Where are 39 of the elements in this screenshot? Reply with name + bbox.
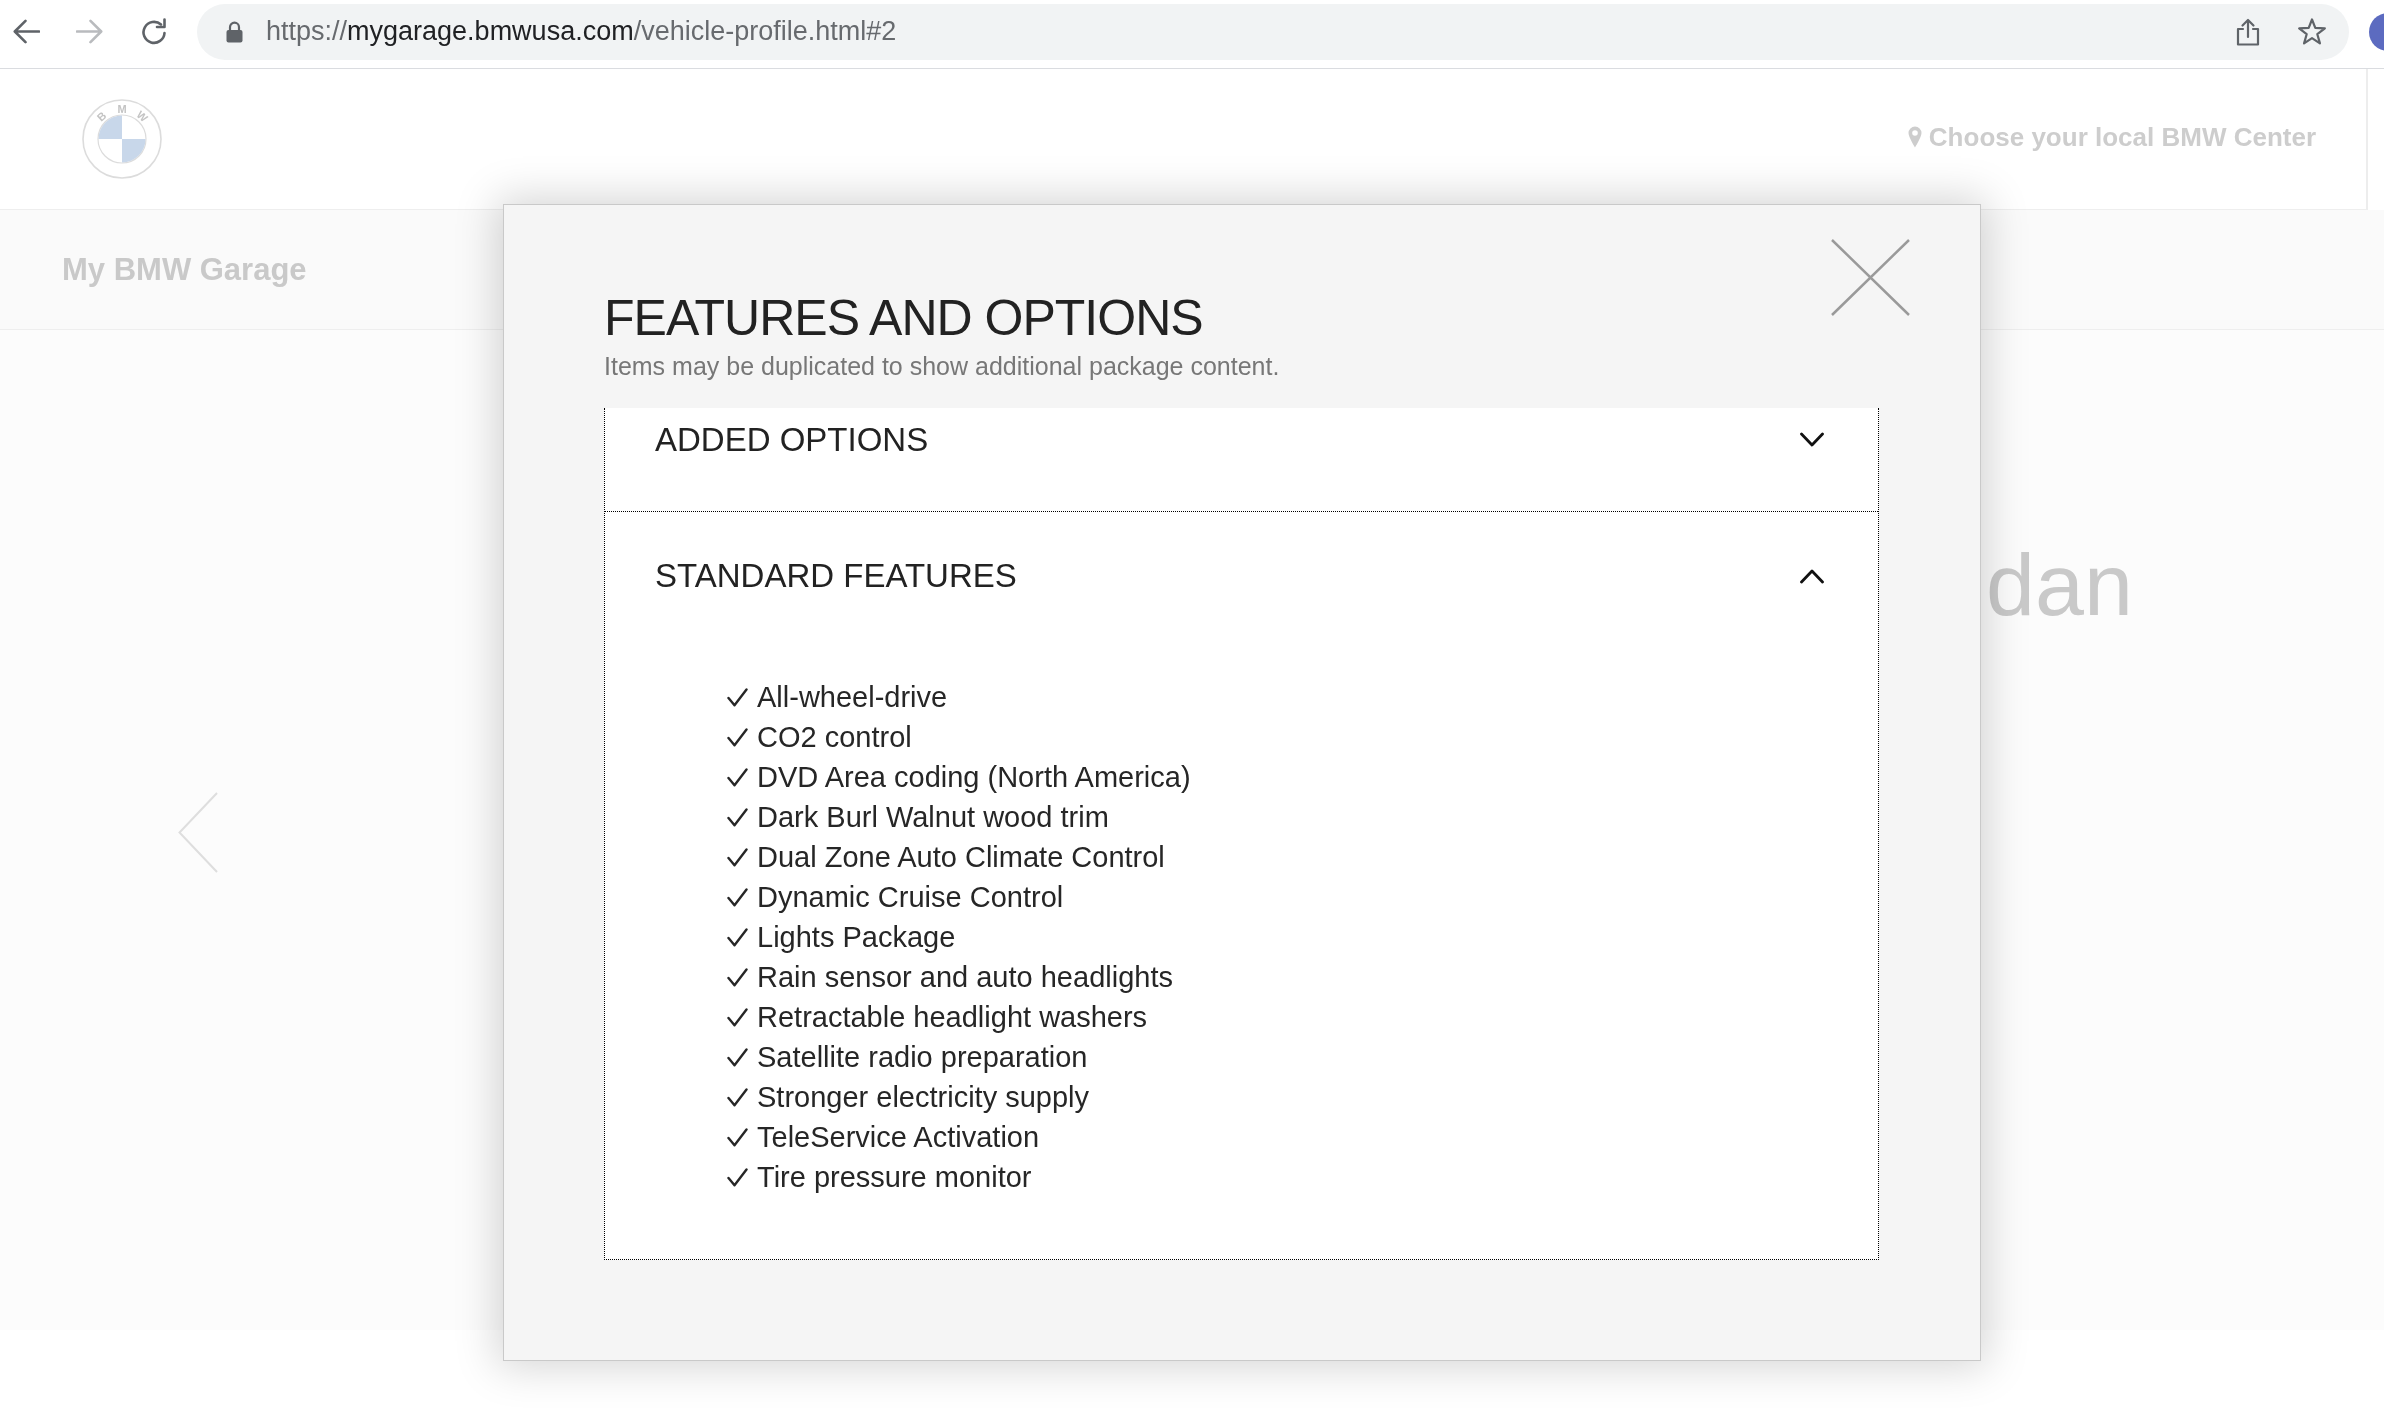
- close-icon[interactable]: [1831, 239, 1910, 316]
- feature-item: All-wheel-drive: [757, 680, 948, 715]
- check-icon: [727, 927, 748, 947]
- check-icon: [727, 1007, 748, 1027]
- feature-item: Stronger electricity supply: [757, 1080, 1090, 1115]
- check-icon: [727, 727, 748, 747]
- feature-item: DVD Area coding (North America): [757, 760, 1191, 795]
- reload-icon[interactable]: [140, 17, 168, 46]
- check-icon: [727, 1167, 748, 1187]
- modal-title: FEATURES AND OPTIONS: [604, 290, 1203, 347]
- accordion-header[interactable]: ADDED OPTIONS: [605, 408, 1878, 511]
- feature-item: TeleService Activation: [757, 1120, 1040, 1155]
- accordion-header[interactable]: STANDARD FEATURES: [605, 512, 1878, 596]
- feature-item: Dynamic Cruise Control: [757, 880, 1064, 915]
- feature-item: Dark Burl Walnut wood trim: [757, 800, 1109, 835]
- location-pin-icon: [1907, 126, 1922, 148]
- feature-item: Satellite radio preparation: [757, 1040, 1088, 1075]
- avatar-icon[interactable]: [2369, 12, 2384, 51]
- bookmark-star-icon[interactable]: [2297, 17, 2327, 46]
- check-icon: [727, 687, 748, 707]
- check-icon: [727, 807, 748, 827]
- check-icon: [727, 1127, 748, 1147]
- share-icon[interactable]: [2236, 17, 2260, 46]
- check-icon: [727, 1047, 748, 1067]
- feature-item: Lights Package: [757, 920, 956, 955]
- feature-item: Dual Zone Auto Climate Control: [757, 840, 1165, 875]
- lock-icon[interactable]: [226, 20, 243, 43]
- back-arrow-icon[interactable]: [12, 19, 40, 44]
- check-icon: [727, 887, 748, 907]
- feature-item: CO2 control: [757, 720, 912, 755]
- check-icon: [727, 1087, 748, 1107]
- feature-item: Rain sensor and auto headlights: [757, 960, 1173, 995]
- feature-item: Tire pressure monitor: [757, 1160, 1032, 1195]
- check-icon: [727, 967, 748, 987]
- check-icon: [727, 767, 748, 787]
- feature-item: Retractable headlight washers: [757, 1000, 1148, 1035]
- address-bar[interactable]: https://mygarage.bmwusa.com/vehicle-profile.html#2: [197, 3, 2349, 60]
- modal-subtitle: Items may be duplicated to show additional package content.: [604, 352, 1280, 381]
- check-icon: [727, 847, 748, 867]
